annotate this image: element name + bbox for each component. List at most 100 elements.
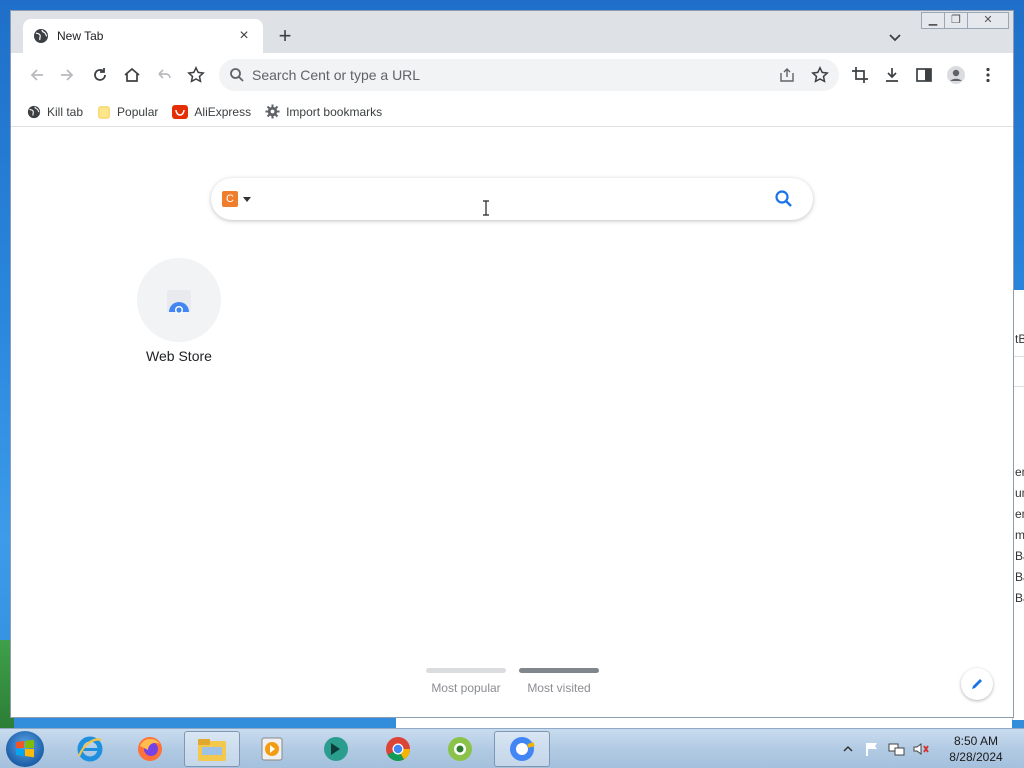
menu-icon [986, 67, 990, 83]
gear-icon [265, 104, 280, 119]
taskbar-cent-browser[interactable] [494, 731, 550, 767]
shortcut-web-store[interactable]: Web Store [131, 258, 227, 364]
home-button[interactable] [120, 63, 144, 87]
globe-icon [27, 105, 41, 118]
menu-button[interactable] [976, 63, 1000, 87]
address-bar[interactable]: Search Cent or type a URL [219, 59, 839, 91]
tab-strip: New Tab × + ▁ ❐ ✕ [11, 11, 1013, 53]
crop-icon [852, 67, 868, 83]
web-store-icon [167, 290, 191, 314]
bookmark-import[interactable]: Import bookmarks [265, 104, 382, 119]
background-text: m [1015, 528, 1024, 542]
minimize-button[interactable]: ▁ [921, 12, 945, 29]
window-controls: ▁ ❐ ✕ [921, 12, 1009, 29]
file-explorer-icon [198, 739, 226, 761]
toggle-most-visited[interactable]: Most visited [519, 668, 599, 695]
toggle-label: Most popular [431, 681, 501, 695]
profile-button[interactable] [944, 63, 968, 87]
maxthon-icon [324, 737, 348, 761]
taskbar-maxthon[interactable] [308, 731, 364, 767]
tab-close-icon[interactable]: × [235, 27, 253, 45]
show-hidden-icons-icon[interactable] [842, 743, 854, 755]
background-text: Ba [1015, 549, 1024, 563]
star-icon [187, 66, 205, 83]
search-engine-dropdown-icon[interactable] [243, 197, 251, 202]
start-button[interactable] [6, 731, 44, 767]
undo-icon [158, 69, 171, 79]
coc-coc-icon [448, 737, 472, 761]
bookmark-star-icon[interactable] [811, 66, 829, 84]
system-tray [842, 729, 930, 768]
maximize-button[interactable]: ❐ [944, 12, 968, 29]
clock-time: 8:50 AM [953, 734, 999, 748]
shortcut-label: Web Store [146, 348, 212, 364]
side-panel-icon [916, 68, 932, 82]
aliexpress-icon [172, 104, 189, 119]
taskbar-firefox[interactable] [122, 731, 178, 767]
undo-button[interactable] [152, 63, 176, 87]
side-panel-button[interactable] [912, 63, 936, 87]
tab-new-tab[interactable]: New Tab × [23, 19, 263, 53]
bookmark-kill-tab[interactable]: Kill tab [27, 105, 83, 119]
toolbar: Search Cent or type a URL [11, 53, 1013, 97]
internet-explorer-icon [77, 736, 103, 762]
back-button[interactable] [25, 63, 49, 87]
taskbar-chrome[interactable] [370, 731, 426, 767]
share-icon[interactable] [779, 67, 795, 83]
bookmark-label: Kill tab [47, 104, 84, 119]
new-tab-page: C Web Store Most popular Most visited [11, 128, 1013, 717]
reload-button[interactable] [88, 63, 112, 87]
background-text: Ba [1015, 591, 1024, 605]
background-text: en [1015, 465, 1024, 479]
customize-button[interactable] [961, 668, 993, 700]
chevron-down-icon[interactable] [885, 27, 905, 47]
bookmark-label: Popular [117, 104, 159, 119]
forward-icon [61, 69, 74, 81]
windows-logo-icon [16, 739, 34, 758]
search-icon[interactable] [774, 189, 794, 209]
cent-browser-icon [510, 737, 535, 761]
clock-date: 8/28/2024 [949, 750, 1003, 764]
text-cursor-icon [483, 200, 489, 216]
home-icon [124, 67, 140, 82]
background-text: en [1015, 507, 1024, 521]
ntp-search-box[interactable]: C [211, 178, 813, 220]
toggle-most-popular[interactable]: Most popular [426, 668, 506, 695]
folder-icon [98, 105, 110, 119]
media-player-icon [261, 737, 283, 761]
search-engine-icon[interactable]: C [222, 191, 238, 207]
bookmark-label: AliExpress [194, 104, 252, 119]
taskbar-file-explorer[interactable] [184, 731, 240, 767]
clock[interactable]: 8:50 AM 8/28/2024 [936, 733, 1016, 765]
screenshot-button[interactable] [848, 63, 872, 87]
taskbar-media-player[interactable] [244, 731, 300, 767]
download-icon [886, 68, 898, 82]
browser-window: New Tab × + ▁ ❐ ✕ Search Cent or type a … [10, 10, 1014, 718]
taskbar: 8:50 AM 8/28/2024 [0, 728, 1024, 768]
bookmark-manager-button[interactable] [184, 63, 208, 87]
pencil-icon [972, 679, 982, 689]
close-window-button[interactable]: ✕ [967, 12, 1009, 29]
reload-icon [94, 68, 106, 81]
taskbar-internet-explorer[interactable] [62, 731, 118, 767]
globe-icon [34, 29, 48, 43]
network-icon[interactable] [888, 741, 906, 757]
background-text: Ba [1015, 570, 1024, 584]
address-bar-placeholder: Search Cent or type a URL [252, 67, 421, 83]
flag-icon[interactable] [864, 741, 880, 757]
background-text: tB [1015, 332, 1024, 346]
toggle-label: Most visited [527, 681, 591, 695]
bookmark-aliexpress[interactable]: AliExpress [172, 104, 251, 120]
tab-title: New Tab [57, 29, 104, 43]
volume-muted-icon[interactable] [912, 741, 930, 757]
taskbar-coc-coc[interactable] [432, 731, 488, 767]
profile-icon [947, 66, 965, 84]
bookmark-folder-popular[interactable]: Popular [97, 105, 158, 119]
forward-button[interactable] [55, 63, 79, 87]
search-icon [230, 68, 244, 82]
back-icon [30, 69, 43, 81]
new-tab-button[interactable]: + [273, 25, 297, 49]
bookmark-label: Import bookmarks [286, 104, 383, 119]
bookmarks-bar: Kill tab Popular AliExpress Import bookm… [11, 97, 1013, 127]
downloads-button[interactable] [880, 63, 904, 87]
